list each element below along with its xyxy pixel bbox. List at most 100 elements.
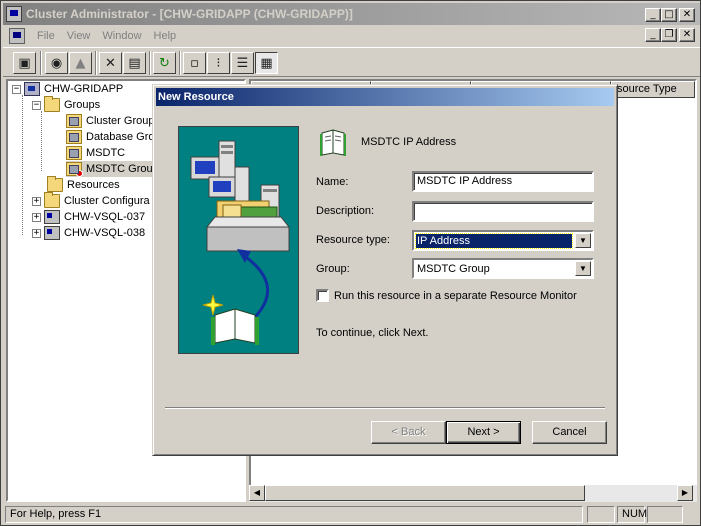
new-resource-dialog: New Resource MSDTC IP Address Name: MSDT… xyxy=(152,84,618,456)
name-field[interactable]: MSDTC IP Address xyxy=(412,171,594,192)
separate-monitor-checkbox[interactable] xyxy=(316,289,329,302)
toolbar-separator xyxy=(179,51,181,75)
tree-item-resources[interactable]: Resources xyxy=(47,176,120,193)
group-icon xyxy=(66,162,83,177)
document-icon[interactable] xyxy=(9,27,25,44)
group-icon xyxy=(66,130,82,144)
chevron-down-icon[interactable]: ▼ xyxy=(575,233,591,248)
expand-expander[interactable]: + xyxy=(32,196,41,206)
minimize-button[interactable]: _ xyxy=(645,8,661,22)
status-num: NUM xyxy=(617,506,647,523)
resource-type-select[interactable]: IP Address ▼ xyxy=(412,230,594,251)
folder-icon xyxy=(44,192,60,208)
cluster-admin-icon xyxy=(6,6,22,22)
tree-item-cluster-group[interactable]: Cluster Group xyxy=(66,113,154,129)
properties-icon[interactable]: ▤ xyxy=(123,52,146,74)
tree-label: Database Gro xyxy=(86,131,155,143)
tree-label: MSDTC xyxy=(86,147,126,159)
folder-icon xyxy=(44,96,60,112)
tree-label: Cluster Configura xyxy=(64,195,150,207)
open-connection-icon[interactable]: ▣ xyxy=(13,52,36,74)
scroll-thumb[interactable] xyxy=(265,485,585,501)
tree-item-node-038[interactable]: + CHW-VSQL-038 xyxy=(32,225,145,241)
menu-window[interactable]: Window xyxy=(96,30,147,42)
name-label: Name: xyxy=(316,176,349,188)
tree-line xyxy=(41,111,42,171)
resource-type-label: Resource type: xyxy=(316,234,390,246)
group-value: MSDTC Group xyxy=(417,263,490,275)
tree-item-msdtc[interactable]: MSDTC xyxy=(66,145,125,161)
menu-bar: File View Window Help xyxy=(3,26,700,45)
chevron-down-icon[interactable]: ▼ xyxy=(575,261,591,276)
scroll-right-button[interactable]: ▶ xyxy=(677,485,693,501)
wizard-illustration xyxy=(178,126,299,354)
refresh-icon[interactable]: ↻ xyxy=(153,52,176,74)
status-help-text: For Help, press F1 xyxy=(5,506,583,523)
dialog-separator xyxy=(165,407,605,409)
tree-label: Cluster Group xyxy=(86,115,155,127)
error-icon xyxy=(76,170,83,177)
dialog-title[interactable]: New Resource xyxy=(156,88,614,106)
resource-heading: MSDTC IP Address xyxy=(361,136,457,148)
scroll-left-button[interactable]: ◀ xyxy=(249,485,265,501)
close-button[interactable]: ✕ xyxy=(679,8,695,22)
menu-help[interactable]: Help xyxy=(148,30,183,42)
column-header-resource-type[interactable]: source Type xyxy=(611,81,695,98)
group-icon xyxy=(66,114,82,128)
resource-type-value: IP Address xyxy=(415,233,573,249)
window-title: Cluster Administrator - [CHW-GRIDAPP (CH… xyxy=(26,7,353,21)
tree-item-root[interactable]: − CHW-GRIDAPP xyxy=(12,81,123,97)
menu-file[interactable]: File xyxy=(31,30,61,42)
back-button[interactable]: < Back xyxy=(371,421,446,444)
server-icon xyxy=(44,210,60,224)
separate-monitor-label[interactable]: Run this resource in a separate Resource… xyxy=(334,290,577,302)
expand-expander[interactable]: + xyxy=(32,228,41,238)
description-field[interactable] xyxy=(412,201,594,222)
tree-label: Resources xyxy=(67,179,120,191)
tree-line xyxy=(22,95,23,235)
toolbar-separator xyxy=(149,51,151,75)
title-bar[interactable]: Cluster Administrator - [CHW-GRIDAPP (CH… xyxy=(3,3,700,25)
tree-item-groups[interactable]: − Groups xyxy=(32,96,101,113)
status-bar: For Help, press F1 NUM xyxy=(3,505,700,524)
tree-label: MSDTC Group xyxy=(86,163,159,175)
menu-view[interactable]: View xyxy=(61,30,97,42)
server-icon xyxy=(44,226,60,240)
tree-label: Groups xyxy=(64,99,101,111)
cancel-button[interactable]: Cancel xyxy=(532,421,607,444)
next-button[interactable]: Next > xyxy=(446,421,521,444)
collapse-expander[interactable]: − xyxy=(12,84,21,94)
cluster-icon xyxy=(24,82,40,96)
status-cell-empty xyxy=(647,506,683,523)
group-label: Group: xyxy=(316,263,350,275)
details-view-icon[interactable]: ▦ xyxy=(255,52,278,74)
group-select[interactable]: MSDTC Group ▼ xyxy=(412,258,594,279)
tree-item-cluster-config[interactable]: + Cluster Configura xyxy=(32,192,150,209)
tree-label: CHW-VSQL-038 xyxy=(64,227,146,239)
instruction-text: To continue, click Next. xyxy=(316,327,429,339)
tree-item-database-group[interactable]: Database Gro xyxy=(66,129,154,145)
folder-icon xyxy=(47,176,63,192)
take-offline-icon[interactable]: ▲ xyxy=(69,52,92,74)
status-cell-empty xyxy=(587,506,615,523)
wizard-graphic xyxy=(190,140,291,345)
large-icons-icon[interactable]: ▫ xyxy=(183,52,206,74)
group-icon xyxy=(66,146,82,160)
horizontal-scrollbar[interactable]: ◀ ▶ xyxy=(249,485,697,502)
tree-item-msdtc-group[interactable]: MSDTC Group xyxy=(66,161,161,177)
list-view-icon[interactable]: ☰ xyxy=(231,52,254,74)
mdi-close-button[interactable]: ✕ xyxy=(679,28,695,42)
toolbar-separator xyxy=(95,51,97,75)
tree-item-node-037[interactable]: + CHW-VSQL-037 xyxy=(32,209,145,225)
expand-expander[interactable]: + xyxy=(32,212,41,222)
collapse-expander[interactable]: − xyxy=(32,100,41,110)
description-label: Description: xyxy=(316,205,375,217)
toolbar-separator xyxy=(40,51,42,75)
mdi-restore-button[interactable]: ❐ xyxy=(661,28,677,42)
mdi-minimize-button[interactable]: _ xyxy=(645,28,661,42)
small-icons-icon[interactable]: ⁝ xyxy=(207,52,230,74)
bring-online-icon[interactable]: ◉ xyxy=(45,52,68,74)
delete-icon[interactable]: ✕ xyxy=(99,52,122,74)
resource-book-icon xyxy=(320,129,346,156)
maximize-button[interactable]: □ xyxy=(661,8,677,22)
